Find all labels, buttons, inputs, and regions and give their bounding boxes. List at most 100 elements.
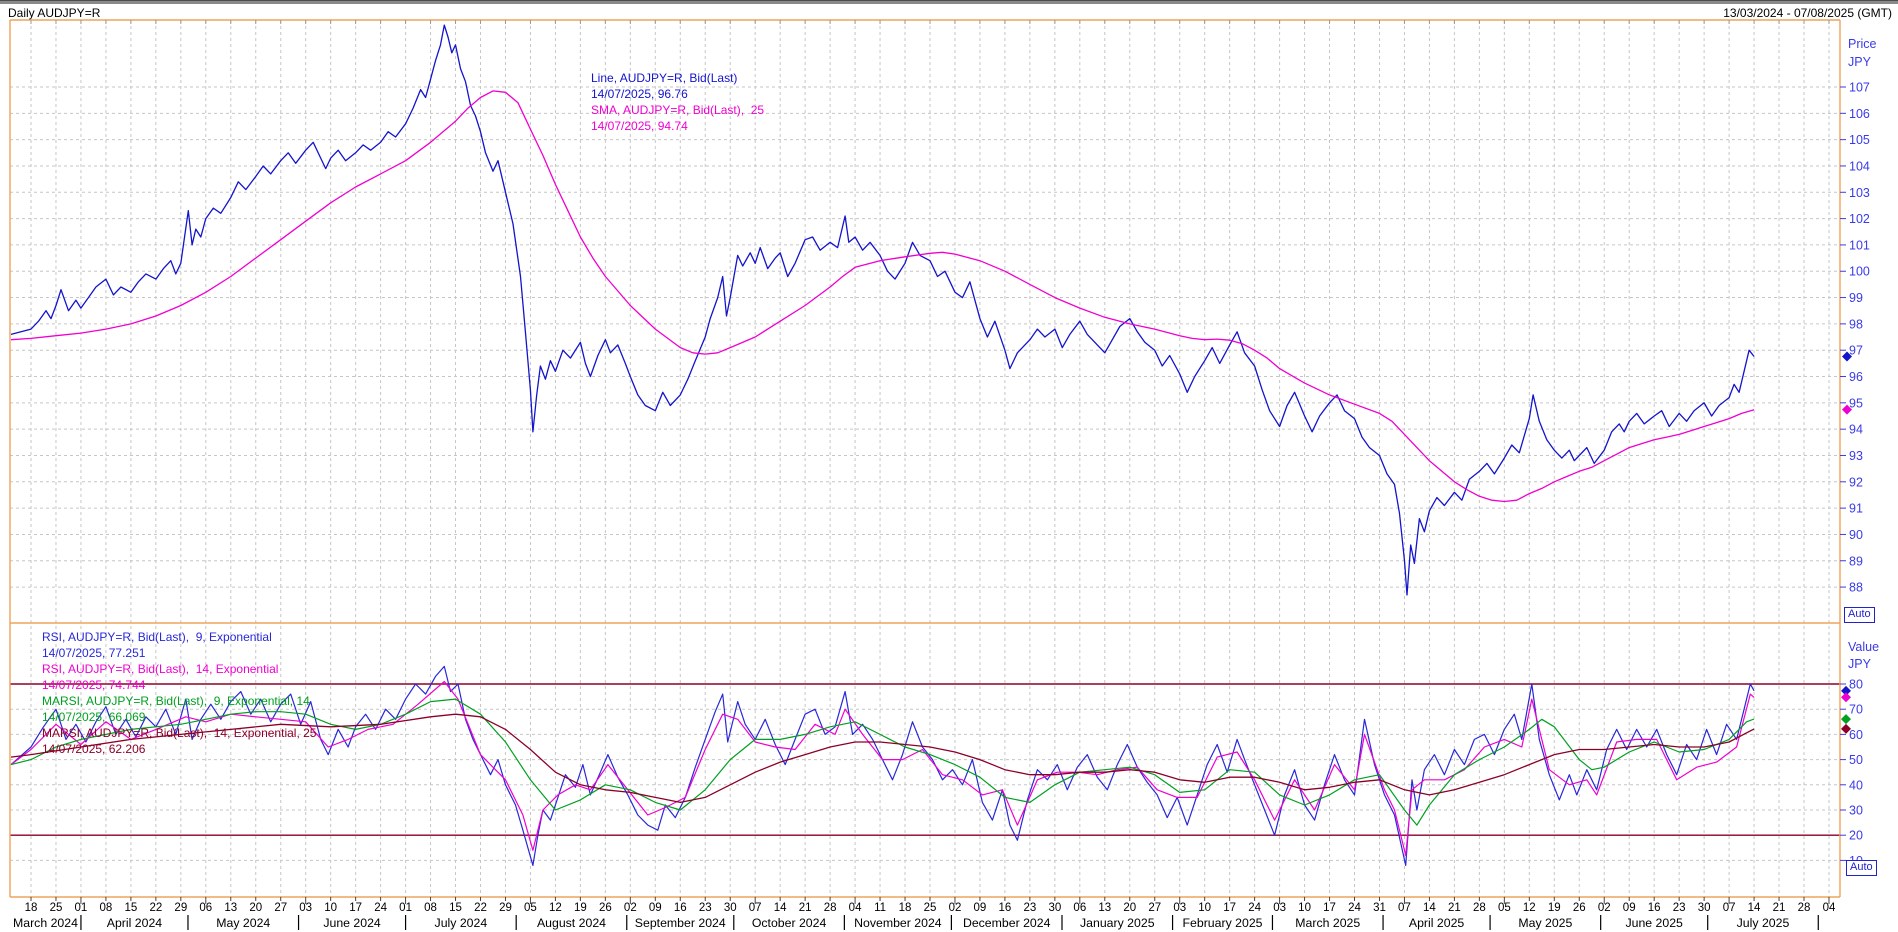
legend-marsi14-name: MARSI, AUDJPY=R, Bid(Last), 14, Exponent… [42, 726, 316, 740]
week-label: 29 [174, 902, 187, 914]
month-label: May 2024 [216, 916, 270, 930]
week-label: 09 [1623, 902, 1636, 914]
month-label: January 2025 [1080, 916, 1155, 930]
week-label: 26 [599, 902, 612, 914]
week-label: 15 [449, 902, 462, 914]
chart-canvas: 1071061051041031021011009998979695949392… [0, 0, 1898, 932]
month-label: February 2025 [1183, 916, 1263, 930]
week-label: 21 [1773, 902, 1786, 914]
week-label: 16 [674, 902, 687, 914]
week-label: 23 [699, 902, 712, 914]
month-label: July 2024 [435, 916, 488, 930]
week-label: 17 [1223, 902, 1236, 914]
price-tick-label: 102 [1849, 212, 1870, 226]
legend-sma-value: 14/07/2025, 94.74 [591, 119, 688, 133]
price-axis-currency: JPY [1848, 55, 1871, 69]
week-label: 13 [224, 902, 237, 914]
week-label: 27 [274, 902, 287, 914]
month-label: June 2024 [323, 916, 381, 930]
month-label: March 2025 [1295, 916, 1360, 930]
price-tick-label: 106 [1849, 107, 1870, 121]
rsi-plot-area[interactable] [10, 623, 1840, 897]
week-label: 06 [1073, 902, 1086, 914]
month-label: April 2024 [107, 916, 163, 930]
month-label: April 2025 [1409, 916, 1465, 930]
week-label: 02 [949, 902, 962, 914]
month-label: May 2025 [1518, 916, 1572, 930]
month-label: August 2024 [537, 916, 606, 930]
week-label: 12 [549, 902, 562, 914]
value-tick-label: 80 [1849, 678, 1863, 692]
week-label: 15 [124, 902, 137, 914]
week-label: 22 [474, 902, 487, 914]
week-label: 24 [1348, 902, 1361, 914]
week-label: 16 [1648, 902, 1661, 914]
week-label: 07 [1398, 902, 1411, 914]
last-value-markers [1841, 352, 1852, 734]
week-label: 25 [50, 902, 63, 914]
price-tick-label: 103 [1849, 186, 1870, 200]
week-label: 05 [524, 902, 537, 914]
value-tick-label: 60 [1849, 728, 1863, 742]
month-label: October 2024 [752, 916, 827, 930]
week-label: 08 [424, 902, 437, 914]
price-tick-label: 96 [1849, 370, 1863, 384]
price-auto-scale-button[interactable]: Auto [1844, 607, 1875, 623]
week-label: 18 [25, 902, 38, 914]
week-label: 16 [999, 902, 1012, 914]
week-label: 26 [1573, 902, 1586, 914]
week-label: 10 [324, 902, 337, 914]
value-tick-label: 70 [1849, 703, 1863, 717]
price-tick-label: 98 [1849, 317, 1863, 331]
price-tick-label: 94 [1849, 423, 1863, 437]
legend-rsi9-value: 14/07/2025, 77.251 [42, 646, 145, 660]
legend-marsi14-value: 14/07/2025, 62.206 [42, 742, 145, 756]
week-label: 12 [1523, 902, 1536, 914]
week-label: 22 [149, 902, 162, 914]
price-tick-label: 104 [1849, 159, 1870, 173]
price-plot-area[interactable] [10, 20, 1840, 623]
week-label: 11 [874, 902, 886, 914]
value-tick-label: 50 [1849, 753, 1863, 767]
week-label: 27 [1148, 902, 1161, 914]
month-label: December 2024 [963, 916, 1051, 930]
chart-window: Daily AUDJPY=R 13/03/2024 - 07/08/2025 (… [0, 0, 1898, 932]
week-label: 17 [1323, 902, 1336, 914]
price-tick-label: 95 [1849, 396, 1863, 410]
value-auto-scale-button[interactable]: Auto [1846, 860, 1877, 876]
week-label: 30 [1048, 902, 1061, 914]
week-label: 28 [1798, 902, 1811, 914]
week-label: 21 [1448, 902, 1461, 914]
price-tick-label: 105 [1849, 133, 1870, 147]
month-label: March 2024 [13, 916, 78, 930]
week-label: 19 [1548, 902, 1561, 914]
week-label: 04 [849, 902, 862, 914]
legend-rsi9-name: RSI, AUDJPY=R, Bid(Last), 9, Exponential [42, 630, 272, 644]
value-tick-label: 30 [1849, 804, 1863, 818]
week-label: 04 [1823, 902, 1836, 914]
price-tick-label: 99 [1849, 291, 1863, 305]
week-label: 17 [349, 902, 362, 914]
week-label: 29 [499, 902, 512, 914]
week-label: 28 [1473, 902, 1486, 914]
week-label: 14 [1423, 902, 1436, 914]
week-label: 10 [1198, 902, 1211, 914]
price-tick-label: 88 [1849, 581, 1863, 595]
month-label: September 2024 [635, 916, 726, 930]
week-label: 24 [374, 902, 387, 914]
week-label: 01 [75, 902, 88, 914]
price-tick-label: 91 [1849, 502, 1863, 516]
week-label: 30 [1698, 902, 1711, 914]
legend-line-value: 14/07/2025, 96.76 [591, 87, 688, 101]
week-label: 20 [249, 902, 262, 914]
week-label: 05 [1498, 902, 1511, 914]
week-label: 01 [399, 902, 412, 914]
price-tick-label: 92 [1849, 475, 1863, 489]
week-label: 24 [1248, 902, 1261, 914]
week-label: 09 [974, 902, 987, 914]
price-tick-label: 93 [1849, 449, 1863, 463]
week-label: 18 [899, 902, 912, 914]
week-label: 10 [1298, 902, 1311, 914]
legend-rsi14-name: RSI, AUDJPY=R, Bid(Last), 14, Exponentia… [42, 662, 278, 676]
week-label: 25 [924, 902, 937, 914]
